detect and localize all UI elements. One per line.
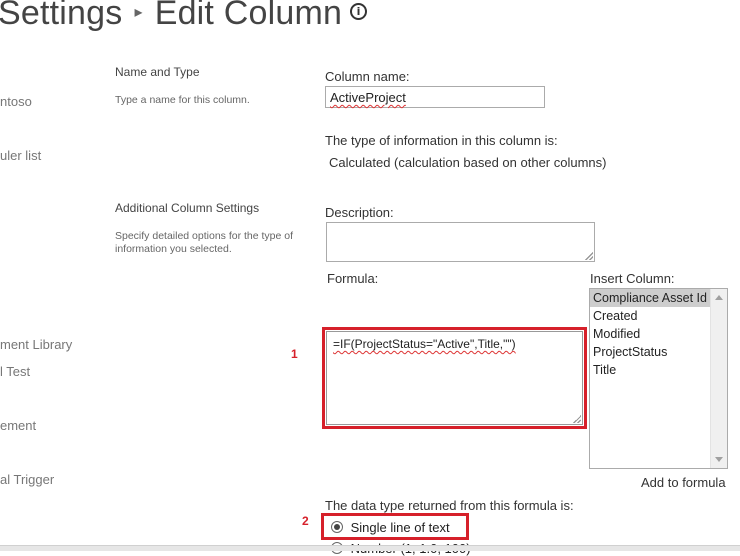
- nav-item-document-library[interactable]: ment Library: [0, 337, 72, 352]
- scroll-down-icon[interactable]: [715, 457, 723, 462]
- description-label: Description:: [325, 205, 394, 220]
- formula-label: Formula:: [327, 271, 379, 286]
- nav-item-scheduler-list[interactable]: uler list: [0, 148, 41, 163]
- formula-textarea[interactable]: =IF(ProjectStatus="Active",Title,""): [326, 331, 583, 425]
- type-label: The type of information in this column i…: [325, 133, 558, 148]
- section-desc-additional: Specify detailed options for the type of…: [115, 230, 293, 256]
- nav-item-management[interactable]: ement: [0, 418, 36, 433]
- scroll-up-icon[interactable]: [715, 295, 723, 300]
- list-item-created[interactable]: Created: [590, 307, 727, 325]
- page-title: Settings ▸ Edit Column i: [0, 0, 368, 33]
- radio-label-single-line: Single line of text: [350, 520, 450, 535]
- page-title-text: Edit Column: [154, 0, 343, 32]
- section-title-additional: Additional Column Settings: [115, 201, 260, 215]
- breadcrumb-settings[interactable]: Settings: [0, 0, 122, 32]
- add-to-formula-button[interactable]: Add to formula: [641, 475, 726, 490]
- listbox-scrollbar[interactable]: [710, 289, 727, 468]
- info-icon[interactable]: i: [350, 2, 368, 20]
- annotation-marker-1: 1: [291, 347, 298, 361]
- list-item-title[interactable]: Title: [590, 361, 727, 379]
- radio-button-selected[interactable]: [331, 521, 343, 533]
- section-desc-name-type: Type a name for this column.: [115, 94, 250, 106]
- nav-item-trigger[interactable]: al Trigger: [0, 472, 54, 487]
- formula-resize-grip-icon[interactable]: [573, 415, 581, 423]
- breadcrumb-separator-icon: ▸: [134, 4, 143, 22]
- horizontal-scrollbar[interactable]: [0, 545, 740, 551]
- list-item-projectstatus[interactable]: ProjectStatus: [590, 343, 727, 361]
- insert-column-label: Insert Column:: [590, 271, 675, 286]
- column-name-label: Column name:: [325, 69, 410, 84]
- radio-option-single-line[interactable]: Single line of text: [331, 520, 450, 535]
- list-item-compliance-asset-id[interactable]: Compliance Asset Id: [590, 289, 710, 307]
- list-item-modified[interactable]: Modified: [590, 325, 727, 343]
- section-title-name-type: Name and Type: [115, 65, 200, 79]
- type-value: Calculated (calculation based on other c…: [329, 155, 607, 170]
- formula-text: =IF(ProjectStatus="Active",Title,""): [333, 337, 516, 351]
- nav-item-test[interactable]: l Test: [0, 364, 30, 379]
- description-textarea[interactable]: [326, 222, 595, 262]
- annotation-marker-2: 2: [302, 514, 309, 528]
- insert-column-listbox[interactable]: Compliance Asset Id Created Modified Pro…: [589, 288, 728, 469]
- nav-item-contoso[interactable]: ntoso: [0, 94, 32, 109]
- return-type-label: The data type returned from this formula…: [325, 498, 574, 513]
- column-name-value: ActiveProject: [330, 90, 406, 105]
- column-name-input[interactable]: ActiveProject: [325, 86, 545, 108]
- resize-grip-icon[interactable]: [585, 252, 593, 260]
- section-desc-line1: Specify detailed options for the type of: [115, 230, 294, 242]
- section-desc-line2: information you selected.: [115, 243, 232, 255]
